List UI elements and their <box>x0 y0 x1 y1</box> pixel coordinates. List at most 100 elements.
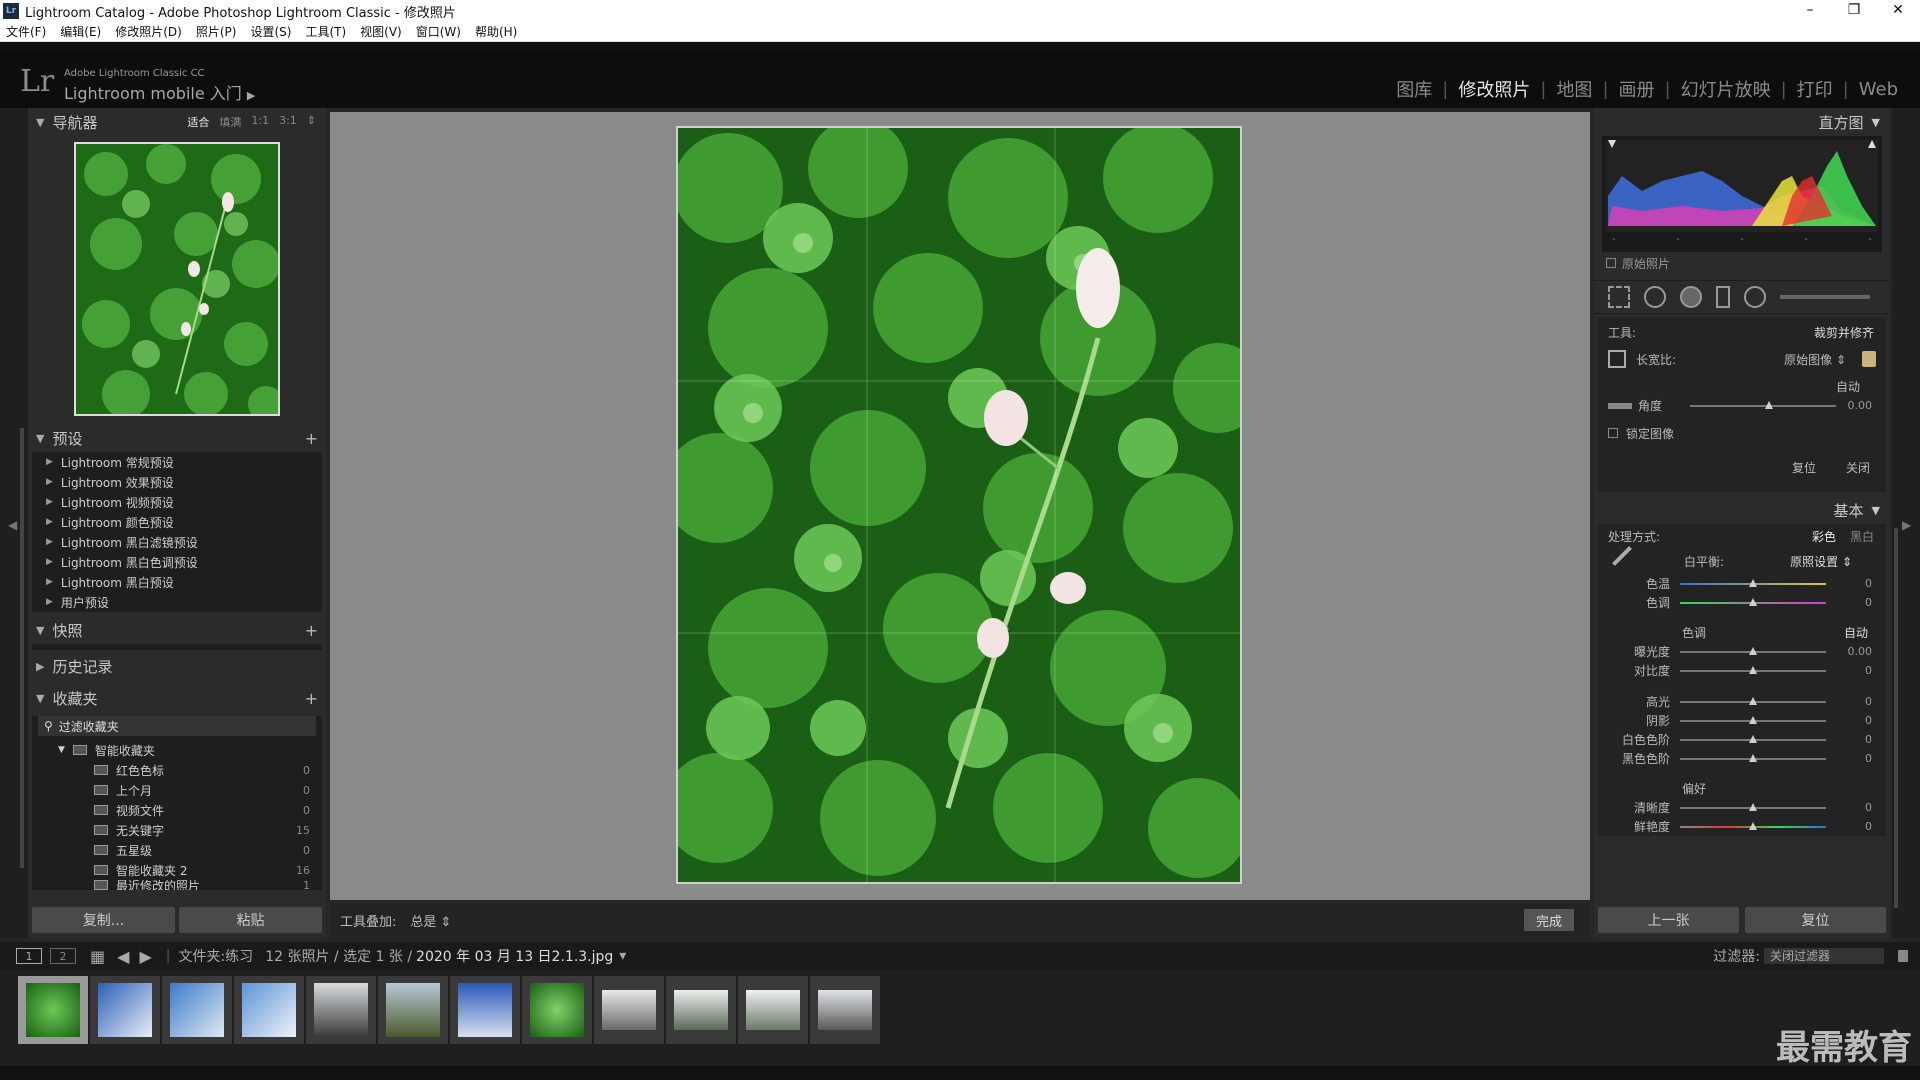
tint-track[interactable] <box>1680 597 1826 606</box>
clarity-track[interactable] <box>1680 802 1826 811</box>
menu-settings[interactable]: 设置(S) <box>250 23 291 40</box>
module-develop[interactable]: 修改照片 <box>1448 76 1540 102</box>
aspect-select[interactable]: 原始图像 ⇕ <box>1784 351 1846 368</box>
vibrance-value[interactable]: 0 <box>1865 820 1872 833</box>
constrain-checkbox[interactable] <box>1608 428 1618 438</box>
module-print[interactable]: 打印 <box>1787 76 1843 102</box>
tool-close-button[interactable]: 关闭 <box>1846 459 1870 476</box>
spot-removal-icon[interactable] <box>1644 286 1666 308</box>
whites-knob[interactable] <box>1749 734 1757 743</box>
whites-track[interactable] <box>1680 734 1826 743</box>
tint-knob[interactable] <box>1749 597 1757 606</box>
angle-slider[interactable]: 角度 0.00 <box>1598 396 1886 415</box>
histogram[interactable]: - - - - - <box>1602 136 1882 252</box>
presets-header[interactable]: ▼ 预设 + <box>28 424 326 452</box>
collection-item[interactable]: 智能收藏夹 2 16 <box>32 860 322 880</box>
contrast-slider[interactable]: 对比度 0 <box>1598 661 1886 680</box>
preset-folder[interactable]: ▶ Lightroom 黑白预设 <box>32 572 322 592</box>
collection-item[interactable]: 无关键字 15 <box>32 820 322 840</box>
minimize-button[interactable]: – <box>1788 0 1832 22</box>
maximize-button[interactable]: ❐ <box>1832 0 1876 22</box>
forward-arrow-icon[interactable]: ▶ <box>139 947 151 966</box>
whites-value[interactable]: 0 <box>1865 733 1872 746</box>
collection-item[interactable]: 最近修改的照片 1 <box>32 880 322 890</box>
menu-help[interactable]: 帮助(H) <box>475 23 517 40</box>
paste-settings-button[interactable]: 粘贴 <box>179 907 322 933</box>
crop-tool-icon[interactable] <box>1608 286 1630 308</box>
wb-select[interactable]: 原照设置 ⇕ <box>1790 553 1852 570</box>
treatment-color[interactable]: 彩色 <box>1812 528 1836 545</box>
basic-header[interactable]: 基本 ▼ <box>1594 496 1890 524</box>
histogram-header[interactable]: 直方图 ▼ <box>1594 108 1890 136</box>
angle-knob[interactable] <box>1765 400 1773 409</box>
blacks-slider[interactable]: 黑色色阶 0 <box>1598 749 1886 768</box>
preset-folder[interactable]: ▶ Lightroom 黑白色调预设 <box>32 552 322 572</box>
temp-slider[interactable]: 色温 0 <box>1598 574 1886 593</box>
grid-view-icon[interactable]: ▦ <box>90 947 105 966</box>
zoom-stepper-icon[interactable]: ⇕ <box>307 114 316 130</box>
module-library[interactable]: 图库 <box>1386 76 1442 102</box>
menu-develop[interactable]: 修改照片(D) <box>115 23 182 40</box>
shadows-slider[interactable]: 阴影 0 <box>1598 711 1886 730</box>
clarity-value[interactable]: 0 <box>1865 801 1872 814</box>
filmstrip-thumb[interactable] <box>306 976 376 1044</box>
collections-header[interactable]: ▼ 收藏夹 + <box>28 684 326 712</box>
temp-knob[interactable] <box>1749 578 1757 587</box>
shadows-track[interactable] <box>1680 715 1826 724</box>
filmstrip-thumb[interactable] <box>450 976 520 1044</box>
navigator-preview[interactable] <box>74 142 280 416</box>
preset-folder[interactable]: ▶ Lightroom 常规预设 <box>32 452 322 472</box>
tool-reset-button[interactable]: 复位 <box>1792 459 1816 476</box>
menu-photo[interactable]: 照片(P) <box>196 23 237 40</box>
menu-view[interactable]: 视图(V) <box>360 23 402 40</box>
original-photo-toggle[interactable]: 原始照片 <box>1594 252 1890 274</box>
left-scrollbar[interactable] <box>20 428 24 868</box>
contrast-value[interactable]: 0 <box>1865 664 1872 677</box>
crop-frame-icon[interactable] <box>1608 350 1626 368</box>
module-web[interactable]: Web <box>1849 79 1908 100</box>
red-eye-icon[interactable] <box>1680 286 1702 308</box>
preset-folder[interactable]: ▶ Lightroom 视频预设 <box>32 492 322 512</box>
chevron-down-icon[interactable]: ▾ <box>619 948 626 964</box>
temp-value[interactable]: 0 <box>1865 577 1872 590</box>
exposure-track[interactable] <box>1680 646 1826 655</box>
shadows-knob[interactable] <box>1749 715 1757 724</box>
straighten-tool-icon[interactable] <box>1608 402 1632 409</box>
radial-filter-icon[interactable] <box>1744 286 1766 308</box>
graduated-filter-icon[interactable] <box>1716 286 1730 308</box>
blacks-track[interactable] <box>1680 753 1826 762</box>
filmstrip-thumb[interactable] <box>810 976 880 1044</box>
left-panel-toggle[interactable]: ◀ <box>0 108 28 938</box>
copy-settings-button[interactable]: 复制... <box>32 907 175 933</box>
preset-folder[interactable]: ▶ Lightroom 颜色预设 <box>32 512 322 532</box>
filmstrip-thumb[interactable] <box>162 976 232 1044</box>
collection-item[interactable]: 视频文件 0 <box>32 800 322 820</box>
collection-filter-input[interactable]: ⚲ 过滤收藏夹 <box>38 716 316 736</box>
source-folder[interactable]: 文件夹:练习 <box>178 946 253 966</box>
highlights-slider[interactable]: 高光 0 <box>1598 692 1886 711</box>
image-view[interactable] <box>330 112 1590 900</box>
blacks-knob[interactable] <box>1749 753 1757 762</box>
zoom-1-1[interactable]: 1:1 <box>251 114 269 130</box>
filmstrip-thumb[interactable] <box>522 976 592 1044</box>
snapshots-header[interactable]: ▼ 快照 + <box>28 616 326 644</box>
tone-auto-button[interactable]: 自动 <box>1844 624 1868 641</box>
checkbox[interactable] <box>1606 258 1616 268</box>
angle-track[interactable] <box>1690 400 1836 409</box>
module-book[interactable]: 画册 <box>1609 76 1665 102</box>
shadows-value[interactable]: 0 <box>1865 714 1872 727</box>
contrast-knob[interactable] <box>1749 665 1757 674</box>
vibrance-knob[interactable] <box>1749 821 1757 830</box>
temp-track[interactable] <box>1680 578 1826 587</box>
bottom-panel-toggle[interactable] <box>0 1066 1920 1080</box>
collection-item[interactable]: 上个月 0 <box>32 780 322 800</box>
selected-filename[interactable]: 2020 年 03 月 13 日2.1.3.jpg <box>416 946 613 966</box>
highlights-value[interactable]: 0 <box>1865 695 1872 708</box>
whites-slider[interactable]: 白色色阶 0 <box>1598 730 1886 749</box>
preset-folder[interactable]: ▶ Lightroom 效果预设 <box>32 472 322 492</box>
module-map[interactable]: 地图 <box>1546 76 1602 102</box>
tint-slider[interactable]: 色调 0 <box>1598 593 1886 612</box>
smart-collections-set[interactable]: ▼ 智能收藏夹 <box>32 740 322 760</box>
vibrance-track[interactable] <box>1680 821 1826 830</box>
filmstrip-thumb[interactable] <box>90 976 160 1044</box>
